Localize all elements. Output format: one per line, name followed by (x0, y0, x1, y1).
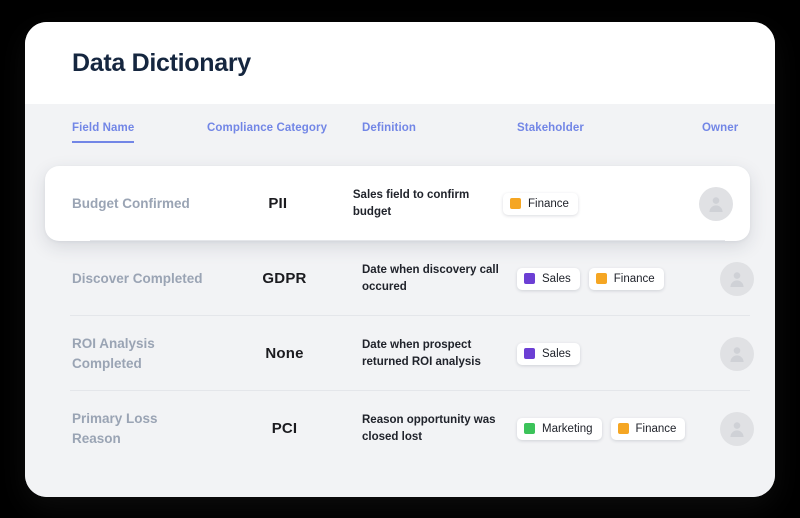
page-title: Data Dictionary (72, 48, 251, 77)
table-row[interactable]: Primary Loss Reason PCI Reason opportuni… (25, 391, 775, 466)
stakeholder-color-swatch-icon (524, 348, 535, 359)
column-header-stakeholder-label: Stakeholder (517, 122, 584, 134)
table-row[interactable]: Budget Confirmed PII Sales field to conf… (45, 166, 750, 241)
stakeholder-chip[interactable]: Sales (517, 342, 580, 365)
cell-owner (702, 336, 772, 371)
cell-field-name: Primary Loss Reason (72, 410, 158, 446)
stakeholder-chip-label: Sales (542, 347, 571, 360)
table-body: Budget Confirmed PII Sales field to conf… (25, 166, 775, 466)
stakeholder-chip[interactable]: Sales (517, 267, 580, 290)
screen-root: Data Dictionary Field Name Compliance Ca… (0, 0, 800, 518)
column-header-compliance-category[interactable]: Compliance Category (207, 122, 362, 141)
stakeholder-chip[interactable]: Finance (503, 192, 578, 215)
data-dictionary-card: Data Dictionary Field Name Compliance Ca… (25, 22, 775, 497)
cell-definition: Date when prospect returned ROI analysis (362, 338, 481, 368)
cell-owner (702, 411, 772, 446)
column-header-field-name-label: Field Name (72, 122, 135, 143)
stakeholder-color-swatch-icon (510, 198, 521, 209)
cell-definition: Date when discovery call occured (362, 263, 499, 293)
cell-definition: Sales field to confirm budget (352, 188, 470, 218)
column-header-owner-label: Owner (702, 122, 739, 134)
column-header-stakeholder[interactable]: Stakeholder (517, 122, 702, 141)
card-header: Data Dictionary (25, 22, 775, 104)
column-header-compliance-category-label: Compliance Category (207, 122, 328, 134)
stakeholder-color-swatch-icon (524, 273, 535, 284)
table-row[interactable]: Discover Completed GDPR Date when discov… (25, 241, 775, 316)
cell-stakeholders: Finance (503, 192, 682, 215)
stakeholder-chip-label: Finance (635, 422, 677, 435)
user-avatar-icon[interactable] (699, 186, 734, 221)
user-avatar-icon[interactable] (720, 261, 754, 296)
row-divider (90, 240, 725, 241)
column-header-definition[interactable]: Definition (362, 122, 517, 141)
stakeholder-color-swatch-icon (617, 423, 629, 434)
stakeholder-color-swatch-icon (524, 423, 535, 434)
cell-compliance-category: PCI (271, 420, 298, 437)
stakeholder-chip[interactable]: Finance (610, 417, 686, 440)
stakeholder-chip[interactable]: Marketing (517, 417, 602, 440)
data-dictionary-table: Field Name Compliance Category Definitio… (25, 104, 775, 497)
stakeholder-chip[interactable]: Finance (588, 267, 664, 290)
column-header-field-name[interactable]: Field Name (72, 122, 207, 143)
cell-field-name: Budget Confirmed (72, 195, 190, 211)
cell-owner (682, 186, 750, 221)
stakeholder-chip-label: Finance (528, 197, 569, 210)
cell-field-name: ROI Analysis Completed (72, 335, 155, 371)
stakeholder-chip-label: Finance (613, 272, 655, 285)
cell-compliance-category: GDPR (262, 270, 307, 287)
user-avatar-icon[interactable] (720, 336, 754, 371)
cell-stakeholders: Sales Finance (517, 267, 702, 290)
column-header-definition-label: Definition (362, 122, 417, 134)
column-header-owner[interactable]: Owner (702, 122, 772, 141)
cell-compliance-category: None (265, 345, 304, 362)
table-header-row: Field Name Compliance Category Definitio… (25, 104, 775, 166)
cell-stakeholders: Marketing Finance (517, 417, 702, 440)
cell-definition: Reason opportunity was closed lost (362, 413, 496, 443)
table-row[interactable]: ROI Analysis Completed None Date when pr… (25, 316, 775, 391)
user-avatar-icon[interactable] (720, 411, 754, 446)
stakeholder-chip-label: Sales (542, 272, 571, 285)
cell-compliance-category: PII (268, 195, 288, 212)
stakeholder-chip-label: Marketing (542, 422, 593, 435)
stakeholder-color-swatch-icon (595, 273, 607, 284)
cell-owner (702, 261, 772, 296)
cell-field-name: Discover Completed (72, 270, 203, 286)
cell-stakeholders: Sales (517, 342, 702, 365)
